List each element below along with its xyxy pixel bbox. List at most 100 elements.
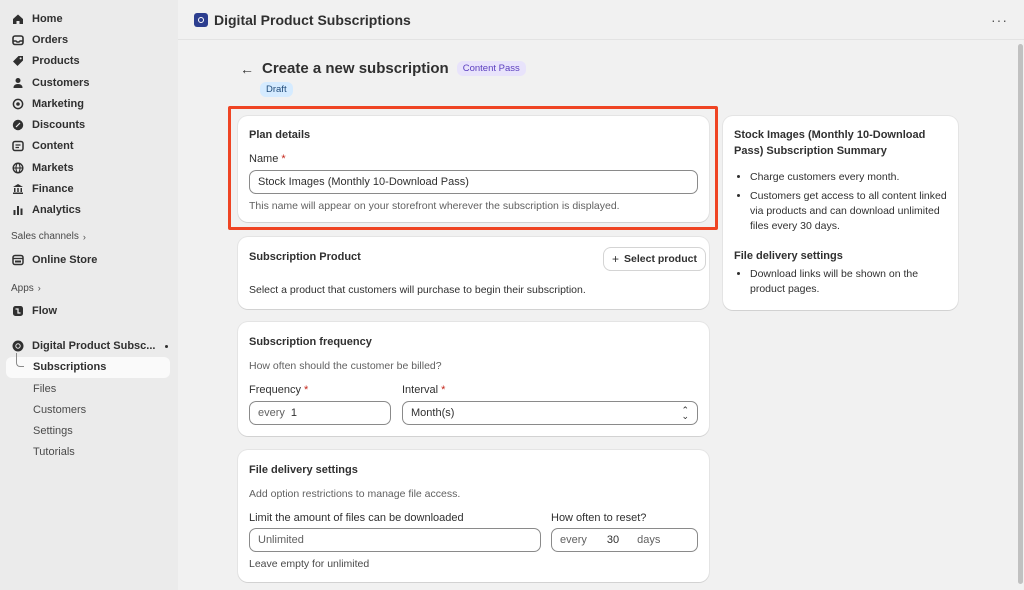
download-limit-help: Leave empty for unlimited xyxy=(249,558,370,570)
frequency-desc: How often should the customer be billed? xyxy=(249,360,442,372)
subscription-frequency-title: Subscription frequency xyxy=(249,336,372,348)
summary-file-title: File delivery settings xyxy=(734,250,843,262)
summary-file-list: Download links will be shown on the prod… xyxy=(734,267,949,301)
store-icon xyxy=(12,254,24,266)
frequency-value: 1 xyxy=(290,407,298,419)
bank-icon xyxy=(12,183,24,195)
sidebar-item-finance[interactable]: Finance xyxy=(0,178,178,199)
sidebar-item-discounts[interactable]: Discounts xyxy=(0,114,178,135)
sidebar-item-label: Marketing xyxy=(32,97,84,110)
sidebar-subitem-files[interactable]: Files xyxy=(0,378,178,399)
sidebar-item-label: Home xyxy=(32,12,63,25)
interval-select[interactable]: Month(s) ⌃ ⌄ xyxy=(402,401,698,425)
interval-value: Month(s) xyxy=(411,407,455,419)
required-marker: * xyxy=(441,384,446,396)
plan-name-input[interactable]: Stock Images (Monthly 10-Download Pass) xyxy=(249,170,698,194)
frequency-input[interactable]: every 1 xyxy=(249,401,391,425)
page-title: Create a new subscription xyxy=(262,60,449,77)
plus-icon: + xyxy=(612,252,620,266)
plan-details-title: Plan details xyxy=(249,129,311,141)
sidebar-item-label: Discounts xyxy=(32,119,86,132)
reset-label: How often to reset? xyxy=(551,512,647,524)
sidebar-subitem-settings[interactable]: Settings xyxy=(0,420,178,441)
sidebar: Home Orders Products Customers Marketing… xyxy=(0,0,178,590)
required-marker: * xyxy=(281,153,286,165)
subscription-product-card: Subscription Product + Select product Se… xyxy=(238,237,709,309)
target-icon xyxy=(12,98,24,110)
frequency-label: Frequency * xyxy=(249,384,308,396)
reset-period-input[interactable]: every 30 days xyxy=(551,528,698,552)
chevron-right-icon: › xyxy=(82,231,86,242)
sidebar-item-label: Subscriptions xyxy=(33,361,107,374)
name-label: Name * xyxy=(249,153,286,165)
more-actions-button[interactable]: ··· xyxy=(991,12,1008,28)
reset-prefix: every xyxy=(560,534,587,546)
page-header: ← Create a new subscription Content Pass xyxy=(240,60,526,77)
frequency-label-text: Frequency xyxy=(249,384,301,396)
person-icon xyxy=(12,77,24,89)
sidebar-item-flow[interactable]: Flow xyxy=(0,300,178,321)
sidebar-item-label: Settings xyxy=(33,425,73,438)
content-pass-badge: Content Pass xyxy=(456,61,526,76)
tag-icon xyxy=(12,55,24,67)
app-logo-icon xyxy=(194,12,208,27)
subscription-product-desc: Select a product that customers will pur… xyxy=(249,284,586,296)
home-icon xyxy=(12,13,24,25)
select-product-label: Select product xyxy=(624,253,697,265)
summary-title: Stock Images (Monthly 10-Download Pass) … xyxy=(734,129,926,157)
sidebar-item-label: Content xyxy=(32,140,74,153)
sales-channels-header[interactable]: Sales channels › xyxy=(0,229,178,245)
content-icon xyxy=(12,140,24,152)
sidebar-subitem-tutorials[interactable]: Tutorials xyxy=(0,442,178,463)
download-limit-input[interactable]: Unlimited xyxy=(249,528,541,552)
sidebar-item-label: Tutorials xyxy=(33,446,75,459)
status-badge: Draft xyxy=(260,82,293,97)
apps-header[interactable]: Apps › xyxy=(0,280,178,296)
interval-label-text: Interval xyxy=(402,384,439,396)
interval-label: Interval * xyxy=(402,384,445,396)
scrollbar-thumb[interactable] xyxy=(1018,44,1023,584)
sidebar-subitem-subscriptions[interactable]: Subscriptions xyxy=(6,352,170,378)
subscription-product-title: Subscription Product xyxy=(249,251,361,263)
download-limit-placeholder: Unlimited xyxy=(258,534,304,546)
reset-suffix: days xyxy=(637,534,661,546)
frequency-prefix: every xyxy=(258,407,285,419)
sidebar-item-markets[interactable]: Markets xyxy=(0,157,178,178)
select-chevron-icon: ⌃ ⌄ xyxy=(681,405,689,421)
bar-chart-icon xyxy=(12,204,24,216)
required-marker: * xyxy=(304,384,309,396)
sidebar-item-label: Products xyxy=(32,55,80,68)
app-title: Digital Product Subscriptions xyxy=(214,11,411,28)
tree-branch-icon xyxy=(16,352,24,367)
sidebar-item-home[interactable]: Home xyxy=(0,8,178,29)
app-topbar: Digital Product Subscriptions ··· xyxy=(178,0,1024,40)
back-arrow-icon[interactable]: ← xyxy=(240,61,254,77)
file-delivery-desc: Add option restrictions to manage file a… xyxy=(249,488,461,500)
reset-value: 30 xyxy=(606,534,620,546)
name-label-text: Name xyxy=(249,153,279,165)
sidebar-app-digital-product[interactable]: Digital Product Subsc... xyxy=(0,336,178,357)
plan-name-value: Stock Images (Monthly 10-Download Pass) xyxy=(258,176,469,188)
sidebar-item-label: Flow xyxy=(32,304,58,317)
sidebar-item-label: Files xyxy=(33,382,57,395)
select-product-button[interactable]: + Select product xyxy=(604,248,705,270)
sidebar-item-products[interactable]: Products xyxy=(0,51,178,72)
sidebar-item-analytics[interactable]: Analytics xyxy=(0,200,178,221)
sidebar-item-label: Analytics xyxy=(32,204,81,217)
app-logo-icon xyxy=(12,340,24,352)
subscription-summary-card: Stock Images (Monthly 10-Download Pass) … xyxy=(723,116,958,310)
sidebar-item-content[interactable]: Content xyxy=(0,136,178,157)
apps-label: Apps xyxy=(11,282,34,294)
subscription-frequency-card: Subscription frequency How often should … xyxy=(238,322,709,436)
sidebar-subitem-customers[interactable]: Customers xyxy=(0,399,178,420)
sidebar-item-marketing[interactable]: Marketing xyxy=(0,93,178,114)
sidebar-item-label: Orders xyxy=(32,33,69,46)
summary-item: Customers get access to all content link… xyxy=(750,189,949,234)
sidebar-item-customers[interactable]: Customers xyxy=(0,72,178,93)
download-limit-label: Limit the amount of files can be downloa… xyxy=(249,512,464,524)
sidebar-item-online-store[interactable]: Online Store xyxy=(0,249,178,270)
discount-icon xyxy=(12,119,24,131)
sidebar-item-label: Markets xyxy=(32,161,74,174)
sidebar-item-orders[interactable]: Orders xyxy=(0,29,178,50)
sidebar-item-label: Finance xyxy=(32,183,74,196)
